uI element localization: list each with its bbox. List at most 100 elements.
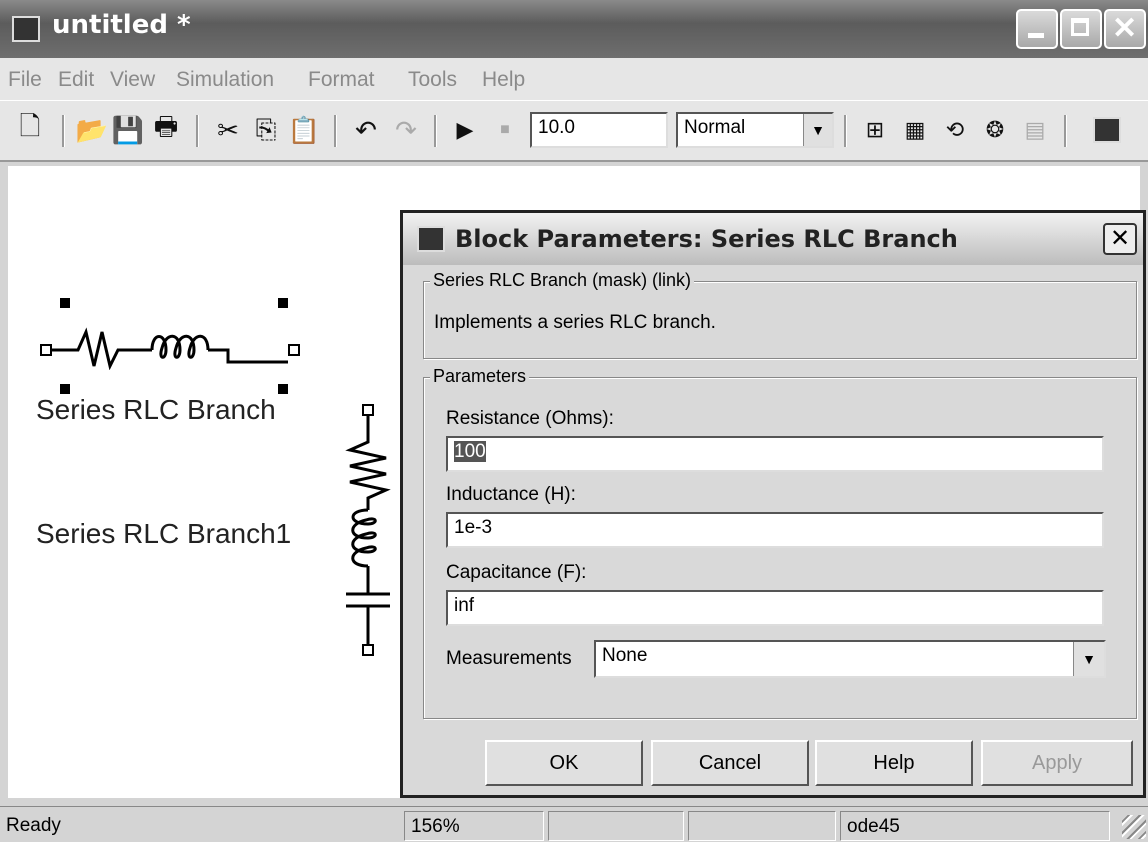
port-right[interactable]	[288, 344, 300, 356]
block-parameters-dialog: Block Parameters: Series RLC Branch ✕ Se…	[400, 210, 1146, 798]
solver-name: ode45	[840, 811, 1110, 841]
save-icon: 💾	[111, 114, 145, 145]
library-browser-button[interactable]: ❂	[978, 113, 1012, 147]
toolbar-separator	[62, 115, 65, 147]
measurements-select[interactable]: None ▼	[594, 640, 1106, 678]
rlc-symbol-icon	[345, 414, 391, 646]
parameters-group: Parameters Resistance (Ohms): 100 Induct…	[423, 366, 1137, 719]
stop-time-input[interactable]: 10.0	[530, 112, 668, 148]
build-button[interactable]: ⊞	[858, 113, 892, 147]
capacitance-label: Capacitance (F):	[446, 562, 587, 583]
description-group: Series RLC Branch (mask) (link) Implemen…	[423, 270, 1137, 359]
resistance-input[interactable]: 100	[446, 436, 1104, 472]
minimize-icon	[1028, 33, 1044, 38]
toolbar: 🗋 📂 💾 🖶 ✂ ⎘ 📋 ↶ ↷ ▶ ■ 10.0 Normal ▼ ⊞ ▦ …	[0, 100, 1148, 162]
status-text: Ready	[6, 815, 61, 836]
open-folder-icon: 📂	[75, 114, 109, 145]
stop-simulation-button[interactable]: ■	[490, 113, 520, 147]
zoom-level: 156%	[404, 811, 544, 841]
print-icon: 🖶	[153, 111, 179, 141]
menu-format[interactable]: Format	[308, 68, 375, 92]
status-cell	[688, 811, 836, 841]
rl-symbol-icon	[52, 327, 288, 370]
status-cell	[548, 811, 684, 841]
debug-button[interactable]: ▤	[1018, 113, 1052, 147]
chevron-down-icon[interactable]: ▼	[803, 114, 832, 146]
dialog-title-bar: Block Parameters: Series RLC Branch ✕	[403, 213, 1143, 265]
calendar-icon: ▦	[904, 117, 926, 142]
redo-button[interactable]: ↷	[390, 113, 422, 147]
window-title: untitled *	[52, 10, 191, 40]
inductance-input[interactable]: 1e-3	[446, 512, 1104, 548]
redo-icon: ↷	[395, 114, 417, 145]
toolbar-separator	[334, 115, 337, 147]
title-bar: untitled * ✕	[0, 0, 1148, 58]
capacitance-input[interactable]: inf	[446, 590, 1104, 626]
chevron-down-icon[interactable]: ▼	[1073, 642, 1104, 676]
measurements-value: None	[602, 645, 648, 666]
undo-button[interactable]: ↶	[350, 113, 382, 147]
grid-icon: ▤	[1024, 117, 1046, 142]
menu-bar: File Edit View Simulation Format Tools H…	[0, 58, 1148, 100]
copy-button[interactable]: ⎘	[250, 113, 282, 147]
copy-icon: ⎘	[255, 114, 277, 144]
stop-icon: ■	[500, 121, 510, 138]
group-title: Parameters	[430, 366, 530, 387]
close-icon: ✕	[1112, 12, 1138, 45]
toolbar-separator	[434, 115, 437, 147]
block-label[interactable]: Series RLC Branch	[36, 394, 276, 426]
new-file-icon: 🗋	[19, 111, 41, 141]
close-icon: ✕	[1109, 225, 1131, 252]
help-button[interactable]: Help	[815, 740, 973, 786]
library-icon: ❂	[985, 117, 1005, 142]
maximize-button[interactable]	[1060, 9, 1102, 49]
selection-handle[interactable]	[278, 298, 288, 308]
status-bar: Ready 156% ode45	[0, 806, 1148, 842]
cancel-button[interactable]: Cancel	[651, 740, 809, 786]
model-explorer-button[interactable]: ⟲	[938, 113, 972, 147]
open-button[interactable]: 📂	[76, 113, 108, 147]
group-title: Series RLC Branch (mask) (link)	[430, 270, 695, 291]
block-description: Implements a series RLC branch.	[434, 312, 716, 333]
update-diagram-button[interactable]: ▦	[898, 113, 932, 147]
ok-button[interactable]: OK	[485, 740, 643, 786]
new-model-button[interactable]: 🗋	[14, 111, 46, 147]
cut-button[interactable]: ✂	[212, 113, 244, 147]
close-button[interactable]: ✕	[1104, 9, 1146, 49]
model-icon-button[interactable]	[1090, 113, 1124, 147]
toolbar-separator	[196, 115, 199, 147]
inductance-label: Inductance (H):	[446, 484, 576, 505]
selection-handle[interactable]	[60, 384, 70, 394]
menu-tools[interactable]: Tools	[408, 68, 457, 92]
menu-view[interactable]: View	[110, 68, 155, 92]
menu-edit[interactable]: Edit	[58, 68, 94, 92]
selection-handle[interactable]	[60, 298, 70, 308]
resistance-value: 100	[454, 441, 486, 462]
port-left[interactable]	[40, 344, 52, 356]
simulink-icon	[12, 16, 40, 42]
play-icon: ▶	[456, 117, 474, 142]
resize-grip-icon[interactable]	[1122, 815, 1146, 839]
start-simulation-button[interactable]: ▶	[450, 113, 480, 147]
menu-simulation[interactable]: Simulation	[176, 68, 274, 92]
refresh-icon: ⟲	[945, 117, 965, 142]
apply-button[interactable]: Apply	[981, 740, 1133, 786]
print-button[interactable]: 🖶	[150, 111, 182, 147]
menu-file[interactable]: File	[8, 68, 42, 92]
resistance-label: Resistance (Ohms):	[446, 408, 614, 429]
toolbar-separator	[1064, 115, 1067, 147]
save-button[interactable]: 💾	[112, 113, 144, 147]
simulation-mode-value: Normal	[684, 117, 746, 138]
dialog-close-button[interactable]: ✕	[1103, 223, 1137, 255]
toolbar-separator	[844, 115, 847, 147]
scissors-icon: ✂	[217, 114, 239, 145]
menu-help[interactable]: Help	[482, 68, 525, 92]
paste-button[interactable]: 📋	[288, 113, 320, 147]
dialog-title: Block Parameters: Series RLC Branch	[455, 225, 958, 253]
block-label[interactable]: Series RLC Branch1	[36, 518, 291, 550]
selection-handle[interactable]	[278, 384, 288, 394]
minimize-button[interactable]	[1016, 9, 1058, 49]
simulation-mode-select[interactable]: Normal ▼	[676, 112, 834, 148]
measurements-label: Measurements	[446, 648, 572, 669]
simulink-icon	[417, 226, 445, 252]
